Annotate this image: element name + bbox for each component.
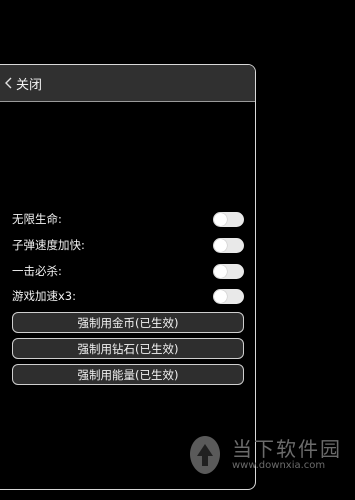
toggle-row-infinite-life: 无限生命: — [12, 209, 244, 229]
watermark-title: 当下软件园 — [232, 437, 342, 461]
toggle-knob — [214, 238, 227, 252]
toggle-label: 游戏加速x3: — [12, 289, 76, 303]
toggle-label: 无限生命: — [12, 212, 62, 226]
close-button[interactable]: 关闭 — [0, 74, 42, 93]
toggle-knob — [214, 212, 227, 226]
one-hit-kill-toggle[interactable] — [213, 263, 244, 279]
toggle-knob — [214, 264, 227, 278]
force-gold-button[interactable]: 强制用金币(已生效) — [12, 312, 244, 333]
watermark-url: www.downxia.com — [232, 460, 326, 471]
close-label: 关闭 — [16, 77, 43, 93]
chevron-left-icon — [4, 76, 14, 90]
toggle-knob — [214, 289, 227, 303]
downxia-logo-icon — [190, 436, 220, 474]
force-energy-button[interactable]: 强制用能量(已生效) — [12, 364, 244, 385]
panel-header: 关闭 — [0, 65, 255, 102]
game-speed-toggle[interactable] — [213, 288, 244, 304]
toggle-label: 一击必杀: — [12, 264, 62, 278]
cheat-menu-panel: 关闭 无限生命: 子弹速度加快: 一击必杀: 游戏加速x3: 强制用金币(已生效… — [0, 64, 256, 490]
infinite-life-toggle[interactable] — [213, 211, 244, 227]
toggle-row-bullet-speed: 子弹速度加快: — [12, 235, 244, 255]
force-diamond-button[interactable]: 强制用钻石(已生效) — [12, 338, 244, 359]
watermark: 当下软件园 www.downxia.com — [182, 432, 342, 478]
bullet-speed-toggle[interactable] — [213, 237, 244, 253]
toggle-row-game-speed: 游戏加速x3: — [12, 286, 244, 306]
toggle-label: 子弹速度加快: — [12, 238, 85, 252]
toggle-row-one-hit-kill: 一击必杀: — [12, 261, 244, 281]
